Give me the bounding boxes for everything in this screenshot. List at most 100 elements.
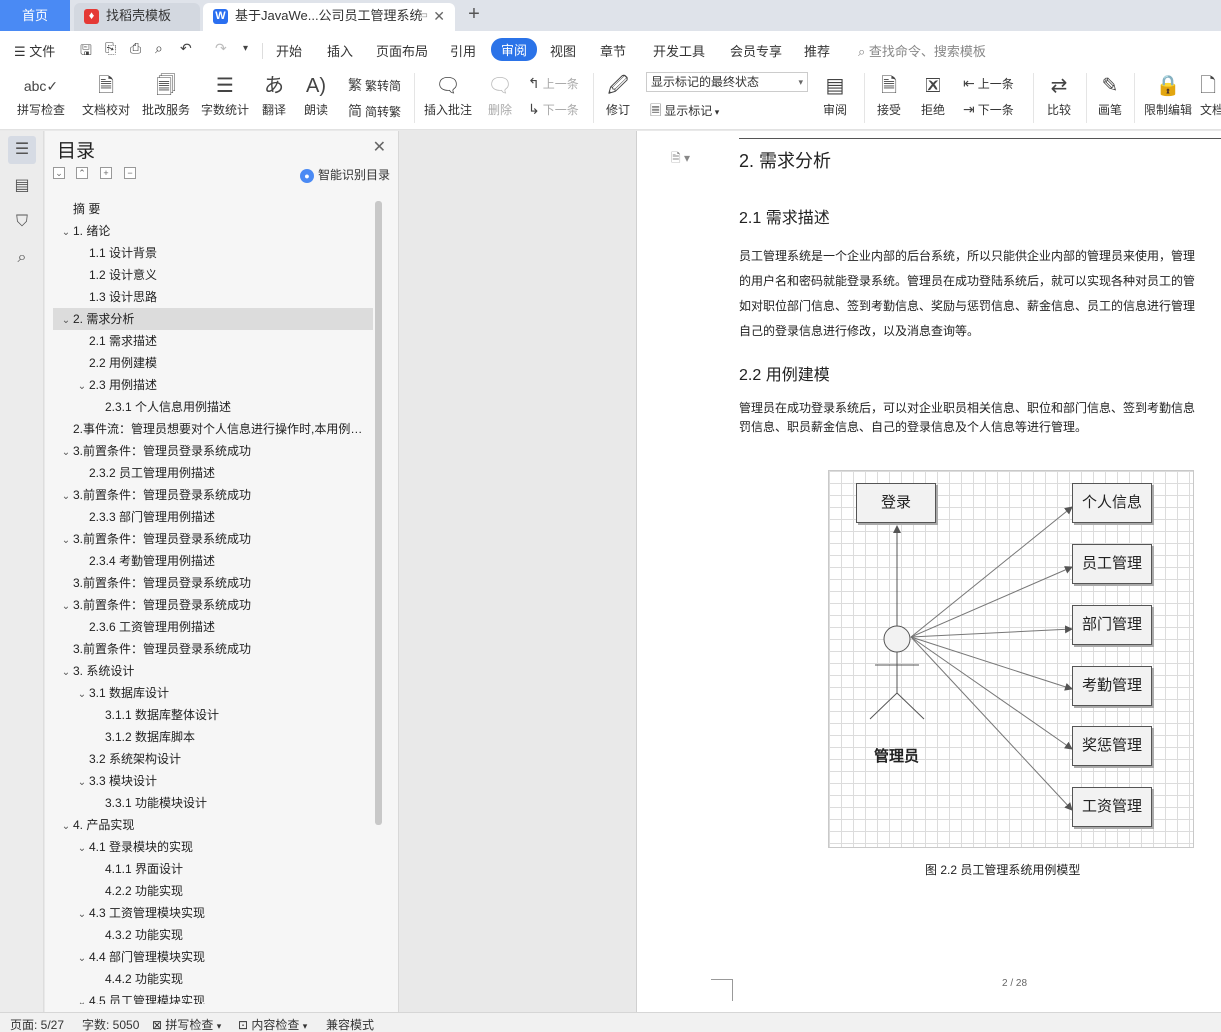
menu-chapter[interactable]: 章节 <box>600 41 626 60</box>
smart-toc-button[interactable]: ● 智能识别目录 <box>299 166 390 183</box>
simp-to-trad-button[interactable]: 简简转繁 <box>348 101 401 121</box>
toc-item[interactable]: 摘 要 <box>53 198 373 220</box>
toc-item[interactable]: 2.2 用例建模 <box>53 352 373 374</box>
word-count-indicator[interactable]: 字数: 5050 <box>82 1016 139 1032</box>
translate-button[interactable]: あ 翻译 <box>256 71 292 118</box>
toc-item[interactable]: 2.3.4 考勤管理用例描述 <box>53 550 373 572</box>
toc-item[interactable]: ⌄ 2. 需求分析 <box>53 308 373 330</box>
prev-change-button[interactable]: ⇤ 上一条 <box>963 75 1014 92</box>
chevron-down-icon[interactable]: ⌄ <box>59 596 73 616</box>
remove-heading-icon[interactable]: − <box>124 167 136 179</box>
chevron-down-icon[interactable]: ▾ <box>243 43 248 54</box>
markup-state-select[interactable]: 显示标记的最终状态 ▾ <box>646 72 808 92</box>
close-icon[interactable]: ✕ <box>373 137 386 157</box>
show-markup-button[interactable]: 🗏 显示标记 ▾ <box>650 100 719 124</box>
toc-panel-icon[interactable]: ☰ <box>8 136 36 164</box>
chevron-down-icon[interactable]: ⌄ <box>75 838 89 858</box>
content-check-status[interactable]: ⊡ 内容检查 ▾ <box>238 1016 307 1032</box>
toc-item[interactable]: ⌄ 4.5 员工管理模块实现 <box>53 990 373 1004</box>
trad-to-simp-button[interactable]: 繁繁转简 <box>348 75 401 95</box>
track-changes-button[interactable]: 🖉 修订 <box>600 71 636 118</box>
preview-icon[interactable]: ⌕ <box>155 40 163 57</box>
chevron-down-icon[interactable]: ⌄ <box>75 904 89 924</box>
menu-layout[interactable]: 页面布局 <box>376 41 428 60</box>
toc-item[interactable]: 4.2.2 功能实现 <box>53 880 373 902</box>
menu-insert[interactable]: 插入 <box>327 41 353 60</box>
toc-item[interactable]: 2.3.2 员工管理用例描述 <box>53 462 373 484</box>
menu-review[interactable]: 审阅 <box>491 38 538 61</box>
toc-item[interactable]: 4.3.2 功能实现 <box>53 924 373 946</box>
toc-item[interactable]: 1.3 设计思路 <box>53 286 373 308</box>
format-icon[interactable]: 🗎 ▾ <box>671 149 690 170</box>
next-change-button[interactable]: ⇥ 下一条 <box>963 101 1014 118</box>
menu-vip[interactable]: 会员专享 <box>730 41 782 60</box>
toc-item[interactable]: 3.2 系统架构设计 <box>53 748 373 770</box>
menu-home[interactable]: 开始 <box>276 41 302 60</box>
chevron-down-icon[interactable]: ⌄ <box>59 816 73 836</box>
word-count-button[interactable]: ☰ 字数统计 <box>199 71 251 118</box>
nav-pane-icon[interactable]: ▤ <box>8 172 36 200</box>
chevron-down-icon[interactable]: ⌄ <box>75 376 89 396</box>
insert-comment-button[interactable]: 🗨 插入批注 <box>422 71 474 118</box>
toc-item[interactable]: ⌄ 1. 绪论 <box>53 220 373 242</box>
chevron-down-icon[interactable]: ⌄ <box>75 992 89 1004</box>
tab-home[interactable]: 首页 <box>0 0 70 31</box>
toc-item[interactable]: ⌄ 3.前置条件：管理员登录系统成功 <box>53 528 373 550</box>
chevron-down-icon[interactable]: ⌄ <box>59 530 73 550</box>
toc-item[interactable]: 1.1 设计背景 <box>53 242 373 264</box>
toc-scrollbar[interactable] <box>375 201 382 825</box>
chevron-down-icon[interactable]: ⌄ <box>59 486 73 506</box>
toc-item[interactable]: 2.3.3 部门管理用例描述 <box>53 506 373 528</box>
toc-item[interactable]: 2.1 需求描述 <box>53 330 373 352</box>
chevron-down-icon[interactable]: ⌄ <box>75 772 89 792</box>
chevron-down-icon[interactable]: ⌄ <box>59 222 73 242</box>
reject-button[interactable]: 🗷 拒绝 <box>914 71 952 118</box>
use-case-diagram[interactable]: 登录 管理员 个人信息 员工管理 部门管理 考勤管理 奖惩管理 工资管理 <box>828 470 1194 848</box>
file-menu[interactable]: ☰ 文件 <box>14 41 55 60</box>
toc-item[interactable]: ⌄ 4.1 登录模块的实现 <box>53 836 373 858</box>
toc-item[interactable]: ⌄ 3.前置条件：管理员登录系统成功 <box>53 484 373 506</box>
search-icon[interactable]: ⌕ <box>8 244 36 272</box>
tab-docer-templates[interactable]: ♦ 找稻壳模板 <box>74 3 200 31</box>
chevron-down-icon[interactable]: ⌄ <box>59 310 73 330</box>
close-icon[interactable]: ✕ <box>433 3 445 29</box>
toc-item[interactable]: 2.3.1 个人信息用例描述 <box>53 396 373 418</box>
toc-item[interactable]: 3.3.1 功能模块设计 <box>53 792 373 814</box>
undo-icon[interactable]: ↶ <box>180 40 192 57</box>
export-icon[interactable]: ⎘ <box>105 40 116 57</box>
page-indicator[interactable]: 页面: 5/27 <box>10 1016 64 1032</box>
read-aloud-button[interactable]: A) 朗读 <box>300 71 332 118</box>
toc-item[interactable]: 3.前置条件：管理员登录系统成功 <box>53 638 373 660</box>
new-tab-button[interactable]: + <box>462 3 486 27</box>
prev-comment-button[interactable]: ↰ 上一条 <box>528 75 579 92</box>
document-page[interactable]: 🗎 ▾ 2. 需求分析 2.1 需求描述 员工管理系统是一个企业内部的后台系统，… <box>636 131 1221 1012</box>
toc-item[interactable]: 3.前置条件：管理员登录系统成功 <box>53 572 373 594</box>
toc-item[interactable]: 2.3.6 工资管理用例描述 <box>53 616 373 638</box>
toc-item[interactable]: ⌄ 3.3 模块设计 <box>53 770 373 792</box>
tab-document[interactable]: W 基于JavaWe...公司员工管理系统 ▭ ✕ <box>203 3 455 31</box>
toc-item[interactable]: 3.1.1 数据库整体设计 <box>53 704 373 726</box>
toc-item[interactable]: ⌄ 4. 产品实现 <box>53 814 373 836</box>
save-icon[interactable]: 🖫 <box>80 40 92 64</box>
chevron-down-icon[interactable]: ⌄ <box>75 684 89 704</box>
chevron-down-icon[interactable]: ⌄ <box>59 442 73 462</box>
spell-check-status[interactable]: ⊠ 拼写检查 ▾ <box>152 1016 221 1032</box>
toc-item[interactable]: ⌄ 3.前置条件：管理员登录系统成功 <box>53 440 373 462</box>
spell-check-button[interactable]: abc✓ 拼写检查 <box>10 71 72 118</box>
doc-proof-button[interactable]: 🗎 文档校对 <box>80 71 132 118</box>
restrict-editing-button[interactable]: 🔒 限制编辑 <box>1140 71 1196 118</box>
toc-item[interactable]: 4.1.1 界面设计 <box>53 858 373 880</box>
redo-icon[interactable]: ↷ <box>215 40 227 57</box>
command-search[interactable]: ⌕ 查找命令、搜索模板 <box>858 41 986 60</box>
toc-item[interactable]: ⌄ 3.1 数据库设计 <box>53 682 373 704</box>
doc-permission-button[interactable]: 🗋 文档 <box>1200 71 1221 118</box>
accept-button[interactable]: 🗎 接受 <box>870 71 908 118</box>
toc-item[interactable]: ⌄ 2.3 用例描述 <box>53 374 373 396</box>
chevron-down-icon[interactable]: ⌄ <box>59 662 73 682</box>
toc-item[interactable]: ⌄ 3.前置条件：管理员登录系统成功 <box>53 594 373 616</box>
collapse-all-icon[interactable]: ⌃ <box>76 167 88 179</box>
chevron-down-icon[interactable]: ⌄ <box>75 948 89 968</box>
toc-item[interactable]: ⌄ 4.3 工资管理模块实现 <box>53 902 373 924</box>
review-pane-button[interactable]: ▤ 审阅 <box>816 71 854 118</box>
batch-correct-button[interactable]: 🗐 批改服务 <box>140 71 192 118</box>
